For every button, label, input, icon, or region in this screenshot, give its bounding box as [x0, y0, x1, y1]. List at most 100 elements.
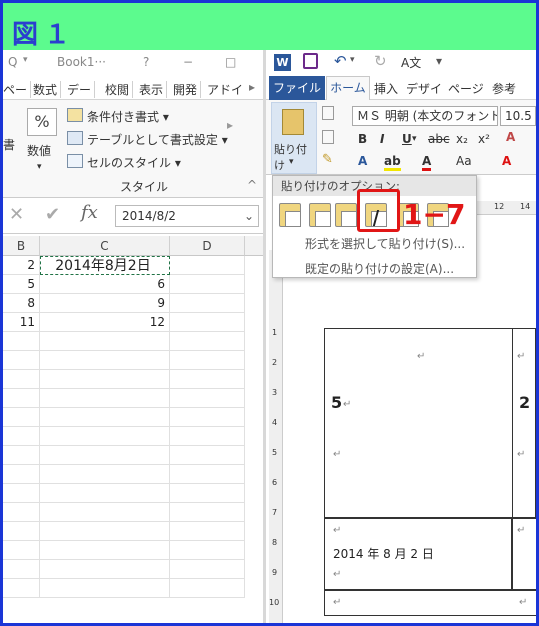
- empty-cell[interactable]: [40, 389, 170, 408]
- undo-icon[interactable]: ↶: [334, 52, 347, 70]
- empty-cell[interactable]: [170, 446, 245, 465]
- font-name-select[interactable]: ＭＳ 明朝 (本文のフォント ▾: [352, 106, 498, 126]
- paste-button[interactable]: 貼り付け ▾: [271, 102, 317, 174]
- cell-d1[interactable]: [170, 256, 245, 275]
- table-cell-2[interactable]: ↵ 2 ↵: [512, 328, 536, 518]
- empty-cell[interactable]: [170, 541, 245, 560]
- document-page[interactable]: ↵ 5 ↵ ↵ ↵ 2 ↵ ↵ 2014 年 8 月 2 日 ↵ ↵ ↵ ↵: [290, 322, 536, 623]
- column-header-d[interactable]: D: [170, 236, 245, 256]
- chevron-down-icon[interactable]: ▾: [37, 162, 42, 172]
- paste-merge-format-icon[interactable]: [309, 203, 331, 227]
- empty-cell[interactable]: [170, 370, 245, 389]
- empty-cell[interactable]: [3, 465, 40, 484]
- table-cell-3[interactable]: ↵ 2014 年 8 月 2 日 ↵: [324, 518, 512, 590]
- empty-cell[interactable]: [170, 560, 245, 579]
- tab-formulas[interactable]: 数式: [33, 81, 62, 98]
- empty-cell[interactable]: [3, 389, 40, 408]
- tab-design[interactable]: デザイ: [406, 80, 442, 97]
- empty-cell[interactable]: [170, 408, 245, 427]
- column-header-b[interactable]: B: [3, 236, 40, 256]
- empty-cell[interactable]: [170, 427, 245, 446]
- tab-home[interactable]: ホーム: [326, 76, 370, 100]
- clear-format-icon[interactable]: A: [506, 130, 515, 144]
- percent-icon[interactable]: %: [27, 108, 57, 136]
- save-icon[interactable]: [303, 53, 318, 69]
- empty-cell[interactable]: [3, 484, 40, 503]
- search-icon[interactable]: Q: [8, 55, 17, 69]
- minimize-button[interactable]: −: [183, 55, 193, 69]
- redo-icon[interactable]: ↻: [374, 52, 387, 70]
- cell-d2[interactable]: [170, 275, 245, 294]
- cell-c2[interactable]: 6: [40, 275, 170, 294]
- empty-cell[interactable]: [40, 427, 170, 446]
- cell-c1-selected[interactable]: 2014年8月2日: [40, 256, 170, 275]
- bold-button[interactable]: B: [358, 132, 367, 146]
- change-case-icon[interactable]: Aa: [456, 154, 472, 168]
- quick-access-more-icon[interactable]: ▾: [436, 54, 442, 68]
- empty-cell[interactable]: [3, 332, 40, 351]
- cell-d4[interactable]: [170, 313, 245, 332]
- number-group-label[interactable]: 数値: [27, 142, 51, 159]
- cell-styles-button[interactable]: セルのスタイル ▾: [87, 154, 181, 171]
- tab-references[interactable]: 参考: [492, 80, 516, 97]
- enter-icon[interactable]: ✔: [45, 204, 60, 225]
- fx-icon[interactable]: fx: [81, 202, 98, 223]
- copy-icon[interactable]: [322, 130, 334, 144]
- table-row[interactable]: ↵ ↵: [324, 590, 536, 616]
- chevron-down-icon[interactable]: ▾: [412, 134, 417, 144]
- empty-cell[interactable]: [40, 503, 170, 522]
- paste-keep-source-icon[interactable]: [279, 203, 301, 227]
- tab-addins[interactable]: アドイ: [207, 81, 246, 98]
- subscript-button[interactable]: x₂: [456, 132, 468, 146]
- cell-c3[interactable]: 9: [40, 294, 170, 313]
- empty-cell[interactable]: [170, 503, 245, 522]
- empty-cell[interactable]: [3, 541, 40, 560]
- empty-cell[interactable]: [3, 370, 40, 389]
- format-as-table-button[interactable]: テーブルとして書式設定 ▾: [87, 131, 228, 148]
- empty-cell[interactable]: [40, 560, 170, 579]
- tab-page-layout[interactable]: ペー: [3, 81, 32, 98]
- empty-cell[interactable]: [3, 579, 40, 598]
- chevron-right-icon[interactable]: ▸: [249, 80, 255, 94]
- tab-insert[interactable]: 挿入: [374, 80, 398, 97]
- vertical-ruler[interactable]: 1 2 3 4 5 6 7 8 9 10: [269, 250, 283, 623]
- column-header-c[interactable]: C: [40, 236, 170, 256]
- empty-cell[interactable]: [170, 484, 245, 503]
- empty-cell[interactable]: [40, 465, 170, 484]
- help-button[interactable]: ?: [143, 55, 149, 69]
- superscript-button[interactable]: x²: [478, 132, 490, 146]
- empty-cell[interactable]: [40, 370, 170, 389]
- strikethrough-button[interactable]: abc: [428, 132, 450, 146]
- tab-page-layout[interactable]: ページ: [448, 80, 484, 97]
- tab-view[interactable]: 表示: [139, 81, 168, 98]
- table-cell-4[interactable]: ↵: [512, 518, 536, 590]
- empty-cell[interactable]: [3, 446, 40, 465]
- cancel-icon[interactable]: ✕: [9, 204, 24, 225]
- format-painter-icon[interactable]: ✎: [322, 152, 333, 167]
- empty-cell[interactable]: [170, 332, 245, 351]
- empty-cell[interactable]: [170, 522, 245, 541]
- empty-cell[interactable]: [3, 351, 40, 370]
- empty-cell[interactable]: [40, 579, 170, 598]
- empty-cell[interactable]: [3, 522, 40, 541]
- tab-developer[interactable]: 開発: [173, 81, 202, 98]
- empty-cell[interactable]: [40, 351, 170, 370]
- formula-input[interactable]: 2014/8/2 ⌄: [115, 205, 259, 227]
- paste-special-link[interactable]: 形式を選択して貼り付け(S)...: [305, 235, 465, 252]
- empty-cell[interactable]: [40, 522, 170, 541]
- chevron-down-icon[interactable]: ▾: [350, 55, 355, 65]
- cell-b1[interactable]: 2: [3, 256, 40, 275]
- empty-cell[interactable]: [3, 503, 40, 522]
- empty-cell[interactable]: [40, 484, 170, 503]
- empty-cell[interactable]: [3, 560, 40, 579]
- chevron-down-icon[interactable]: ⌄: [244, 206, 254, 226]
- cell-b2[interactable]: 5: [3, 275, 40, 294]
- empty-cell[interactable]: [170, 389, 245, 408]
- underline-button[interactable]: U: [402, 132, 412, 146]
- font-grow-icon[interactable]: A: [502, 154, 511, 168]
- empty-cell[interactable]: [40, 446, 170, 465]
- quick-access-icon[interactable]: A文: [401, 54, 421, 71]
- cell-b4[interactable]: 11: [3, 313, 40, 332]
- font-color-icon[interactable]: A: [422, 154, 432, 171]
- font-size-select[interactable]: 10.5: [500, 106, 536, 126]
